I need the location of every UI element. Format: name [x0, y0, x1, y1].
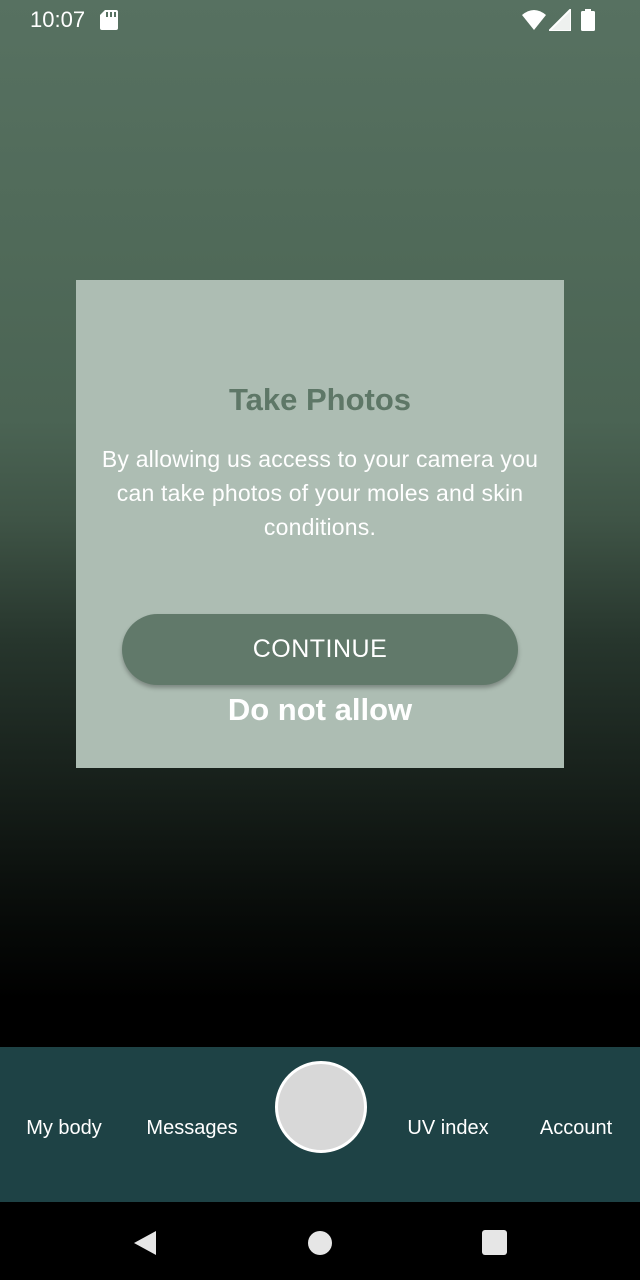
home-icon[interactable] [308, 1231, 332, 1255]
recents-icon[interactable] [482, 1230, 507, 1255]
status-bar: 10:07 [0, 0, 640, 40]
cellular-signal-icon [549, 9, 571, 31]
back-icon[interactable] [132, 1229, 158, 1257]
nav-item-messages[interactable]: Messages [132, 1115, 252, 1141]
system-navigation-bar [0, 1202, 640, 1280]
bottom-navigation: My body Messages UV index Account [0, 1047, 640, 1202]
dialog-title: Take Photos [228, 382, 412, 417]
continue-button[interactable]: CONTINUE [122, 614, 518, 685]
camera-permission-dialog: Take Photos By allowing us access to you… [76, 280, 564, 768]
camera-background: 10:07 Take Photos By allowing us access … [0, 0, 640, 1047]
status-time: 10:07 [30, 7, 86, 32]
camera-capture-button[interactable] [275, 1061, 367, 1153]
nav-item-account[interactable]: Account [520, 1115, 632, 1141]
sd-card-icon [100, 10, 118, 30]
wifi-icon [522, 10, 546, 30]
battery-icon [581, 9, 595, 31]
nav-item-my-body[interactable]: My body [8, 1115, 120, 1141]
dialog-message: By allowing us access to your camera you… [101, 446, 539, 540]
nav-item-uv-index[interactable]: UV index [392, 1115, 504, 1141]
do-not-allow-button[interactable]: Do not allow [76, 690, 564, 730]
